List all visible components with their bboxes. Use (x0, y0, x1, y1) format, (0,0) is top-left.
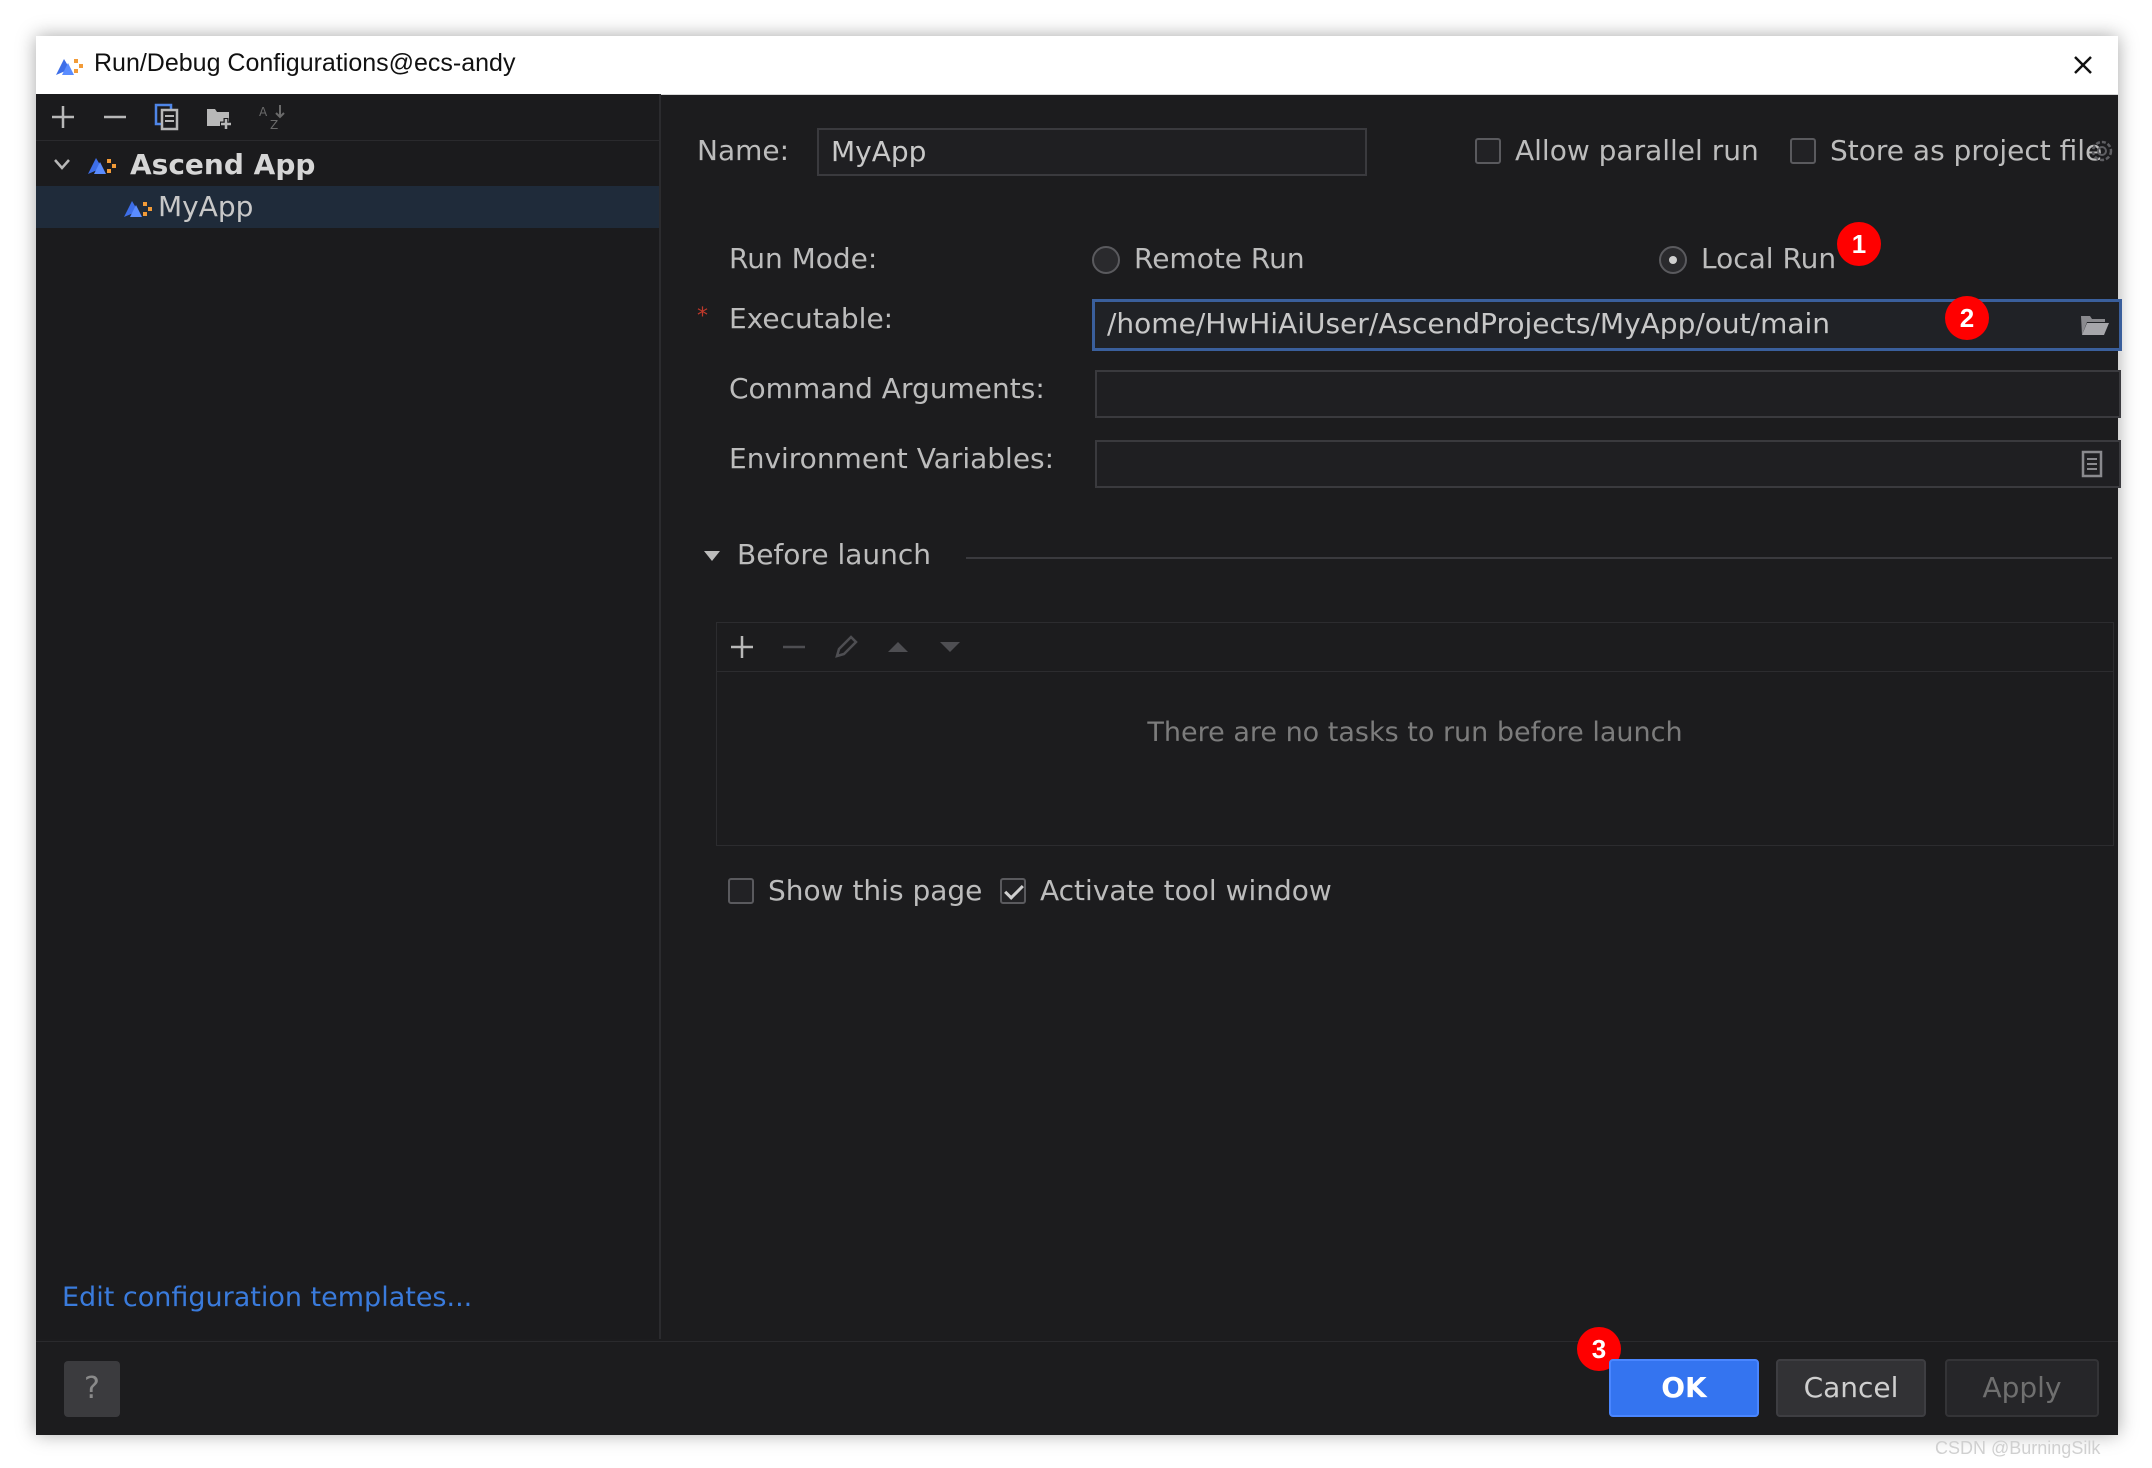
watermark: CSDN @BurningSilk (1935, 1438, 2101, 1458)
configurations-tree-panel: AZ Ascend App MyApp Edit configuration t… (36, 94, 661, 1339)
command-args-label: Command Arguments: (729, 372, 1045, 405)
executable-label: Executable: (729, 302, 894, 335)
section-divider (966, 557, 2112, 559)
name-label: Name: (697, 134, 790, 167)
add-icon[interactable] (727, 632, 757, 662)
allow-parallel-checkbox[interactable] (1475, 138, 1501, 164)
store-project-checkbox[interactable] (1790, 138, 1816, 164)
run-debug-configurations-dialog: Run/Debug Configurations@ecs-andy AZ Asc… (36, 36, 2122, 1435)
copy-icon[interactable] (152, 102, 182, 132)
folder-open-icon[interactable] (2079, 310, 2111, 340)
tree-group-ascend-app[interactable]: Ascend App (50, 144, 650, 184)
local-run-label: Local Run (1701, 242, 1837, 275)
sort-icon[interactable]: AZ (256, 102, 286, 132)
ascend-app-icon (54, 53, 86, 77)
before-launch-panel: There are no tasks to run before launch (716, 622, 2114, 846)
close-icon[interactable] (2060, 42, 2106, 88)
before-launch-toolbar (717, 623, 2113, 672)
chevron-down-icon[interactable] (50, 152, 74, 176)
run-mode-label: Run Mode: (729, 242, 878, 275)
window-title: Run/Debug Configurations@ecs-andy (94, 49, 516, 77)
configuration-form: Name: MyApp Allow parallel run Store as … (661, 94, 2122, 1339)
activate-tool-checkbox[interactable] (1000, 878, 1026, 904)
tree-item-myapp[interactable]: MyApp (36, 186, 659, 228)
remote-run-radio[interactable] (1092, 246, 1120, 274)
remote-run-label: Remote Run (1134, 242, 1305, 275)
required-marker: * (697, 304, 708, 329)
gear-icon[interactable] (2087, 136, 2117, 166)
show-page-label: Show this page (768, 874, 983, 907)
activate-tool-label: Activate tool window (1040, 874, 1332, 907)
allow-parallel-label: Allow parallel run (1515, 134, 1759, 167)
move-up-icon[interactable] (883, 632, 913, 662)
ok-button[interactable]: OK (1609, 1359, 1759, 1417)
svg-text:Z: Z (270, 118, 278, 132)
ascend-app-icon (86, 152, 120, 176)
add-icon[interactable] (48, 102, 78, 132)
cancel-button[interactable]: Cancel (1776, 1359, 1926, 1417)
svg-text:A: A (259, 105, 268, 119)
empty-tasks-message: There are no tasks to run before launch (1147, 717, 1683, 748)
apply-button[interactable]: Apply (1945, 1359, 2099, 1417)
edit-templates-link[interactable]: Edit configuration templates... (62, 1282, 472, 1313)
command-args-field[interactable] (1095, 370, 2121, 418)
edit-icon[interactable] (831, 632, 861, 662)
collapse-triangle-icon[interactable] (701, 548, 723, 564)
remove-icon[interactable] (779, 632, 809, 662)
folder-add-icon[interactable] (204, 102, 234, 132)
help-button[interactable]: ? (64, 1361, 120, 1417)
move-down-icon[interactable] (935, 632, 965, 662)
before-launch-title: Before launch (737, 538, 932, 571)
env-vars-label: Environment Variables: (729, 442, 1055, 475)
tree-toolbar: AZ (36, 94, 659, 141)
name-field[interactable]: MyApp (817, 128, 1367, 176)
store-project-label: Store as project file (1830, 134, 2103, 167)
show-page-checkbox[interactable] (728, 878, 754, 904)
annotation-badge-2: 2 (1945, 296, 1989, 340)
annotation-badge-1: 1 (1837, 222, 1881, 266)
env-vars-field[interactable] (1095, 440, 2121, 488)
tree-group-label: Ascend App (130, 148, 316, 181)
document-icon[interactable] (2080, 450, 2104, 478)
tree-item-label: MyApp (158, 190, 254, 223)
remove-icon[interactable] (100, 102, 130, 132)
local-run-radio[interactable] (1659, 246, 1687, 274)
ascend-app-icon (122, 195, 156, 219)
dialog-footer: ? 3 OK Cancel Apply (36, 1327, 2118, 1435)
title-bar: Run/Debug Configurations@ecs-andy (36, 36, 2118, 95)
